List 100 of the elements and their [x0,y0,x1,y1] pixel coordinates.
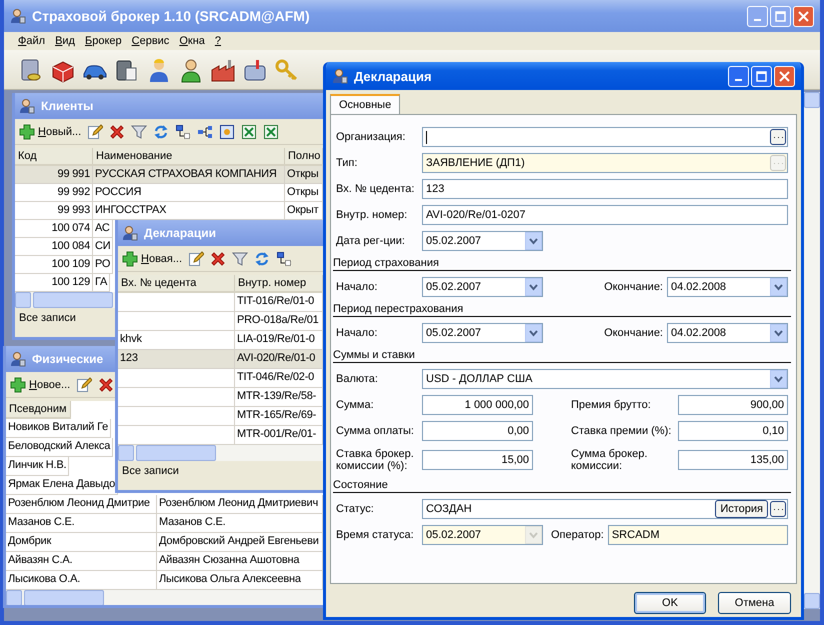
delete-icon[interactable] [109,124,126,140]
menu-item[interactable]: Вид [55,35,75,47]
vertical-scrollbar[interactable] [804,92,820,609]
maximize-button[interactable] [751,66,772,86]
delete-icon[interactable] [98,376,114,392]
tree-icon[interactable] [175,124,192,140]
column-header[interactable]: Вх. № цедента [118,275,235,291]
date-field[interactable]: 05.02.2007 [422,231,543,251]
horizontal-scrollbar[interactable] [118,445,323,461]
date-field[interactable]: 04.02.2008 [667,323,788,343]
close-button[interactable] [774,66,795,86]
lookup-field[interactable]: ЗАЯВЛЕНИЕ (ДП1) [422,153,788,173]
table-row[interactable]: 123 AVI-020/Re/01-0 [118,350,323,369]
table-row[interactable]: 100 084 СИ [15,238,114,256]
table-row[interactable]: Новиков Виталий Ге [6,419,112,438]
table-row[interactable]: Мазанов С.Е. Мазанов С.Е. [6,514,323,533]
ok-button[interactable]: OK [634,592,706,614]
table-row[interactable]: 100 129 ГА [15,274,110,292]
menu-item[interactable]: Сервис [132,35,170,47]
text-field[interactable]: AVI-020/Re/01-0207 [422,205,788,225]
tab[interactable]: Основные [330,94,400,114]
window-title: Декларации [144,226,216,240]
table-row[interactable]: 99 992 РОССИЯ Откры [15,184,323,202]
text-field[interactable]: SRCADM [608,525,788,545]
number-field[interactable]: 0,10 [678,421,788,441]
refresh-icon[interactable] [254,250,270,266]
table-row[interactable]: 100 074 АС [15,220,113,238]
browse-button[interactable] [770,501,786,517]
history-button[interactable]: История [715,500,768,518]
menu-item[interactable]: Файл [18,35,46,47]
text-field[interactable]: 123 [422,179,788,199]
maximize-button[interactable] [770,6,791,26]
edit-icon[interactable] [188,250,204,266]
dropdown-button[interactable] [770,370,787,388]
menu-item[interactable]: Брокер [84,35,122,47]
new-button[interactable]: Новый... [19,124,82,140]
table-row[interactable]: 99 991 РУССКАЯ СТРАХОВАЯ КОМПАНИЯ Откры [15,166,323,184]
filter-icon[interactable] [131,124,148,140]
table-row[interactable]: Беловодский Алекса [6,438,114,457]
delete-icon[interactable] [210,250,226,266]
edit-icon[interactable] [76,376,92,392]
table-row[interactable]: Ярмак Елена Давыдо [6,476,118,495]
table-row[interactable]: MTR-165/Re/69- [118,407,323,426]
status-field[interactable]: СОЗДАН История [422,499,788,519]
table-row[interactable]: PRO-018a/Re/01 [118,312,323,331]
minimize-button[interactable] [747,6,768,26]
dropdown-button[interactable] [525,324,542,342]
column-header[interactable]: Код [15,148,93,164]
table-row[interactable]: MTR-001/Re/01- [118,426,323,445]
date-field[interactable]: 05.02.2007 [422,323,543,343]
table-row[interactable]: Лысикова О.А. Лысикова Ольга Алексеевна [6,571,323,590]
date-field[interactable]: 05.02.2007 [422,277,543,297]
window-title: Клиенты [41,99,94,113]
number-field[interactable]: 135,00 [678,450,788,470]
refresh-icon[interactable] [153,124,170,140]
date-field[interactable]: 05.02.2007 [422,525,543,545]
table-row[interactable]: Айвазян С.А. Айвазян Сюзанна Ашотовна [6,552,323,571]
number-field[interactable]: 0,00 [422,421,533,441]
column-header[interactable]: Псевдоним [6,401,71,417]
dropdown-button[interactable] [770,278,787,296]
column-header[interactable]: Наименование [93,148,285,164]
spreadsheet-icon[interactable] [263,124,280,140]
table-row[interactable]: Домбрик Домбровский Андрей Евгеньеви [6,533,323,552]
minimize-button[interactable] [728,66,749,86]
close-button[interactable] [793,6,814,26]
dropdown-button[interactable] [770,324,787,342]
new-button[interactable]: Новая... [122,250,182,266]
table-row[interactable]: 100 109 РО [15,256,114,274]
dropdown-button[interactable] [525,278,542,296]
table-row[interactable]: 99 993 ИНГОССТРАХ Окрыт [15,202,323,220]
edit-icon[interactable] [87,124,104,140]
frame-icon[interactable] [219,124,236,140]
browse-button[interactable] [770,129,786,145]
horizontal-scrollbar[interactable] [15,292,115,308]
menu-item[interactable]: Окна [179,35,205,47]
cancel-button[interactable]: Отмена [718,592,791,614]
dropdown-field[interactable]: USD - ДОЛЛАР США [422,369,788,389]
plus-icon[interactable] [19,124,35,140]
number-field[interactable]: 1 000 000,00 [422,395,533,415]
table-row[interactable]: TIT-016/Re/01-0 [118,293,323,312]
table-row[interactable]: Линчик Н.В. [6,457,70,476]
table-row[interactable]: khvk LIA-019/Re/01-0 [118,331,323,350]
table-row[interactable]: MTR-139/Re/58- [118,388,323,407]
new-button[interactable]: Новое... [10,376,70,392]
horizontal-scrollbar[interactable] [6,590,323,605]
section-title: Период перестрахования [333,303,791,317]
filter-icon[interactable] [232,250,248,266]
table-row[interactable]: TIT-046/Re/02-0 [118,369,323,388]
spreadsheet-icon[interactable] [241,124,258,140]
number-field[interactable]: 15,00 [422,450,533,470]
nodes-icon[interactable] [197,124,214,140]
tree-icon[interactable] [276,250,292,266]
plus-icon[interactable] [10,376,26,392]
dropdown-button[interactable] [525,232,542,250]
date-field[interactable]: 04.02.2008 [667,277,788,297]
plus-icon[interactable] [122,250,138,266]
lookup-field[interactable] [422,127,788,147]
menu-item[interactable]: ? [214,35,222,47]
number-field[interactable]: 900,00 [678,395,788,415]
table-row[interactable]: Розенблюм Леонид Дмитрие Розенблюм Леонид Дмитриевич [6,495,323,514]
